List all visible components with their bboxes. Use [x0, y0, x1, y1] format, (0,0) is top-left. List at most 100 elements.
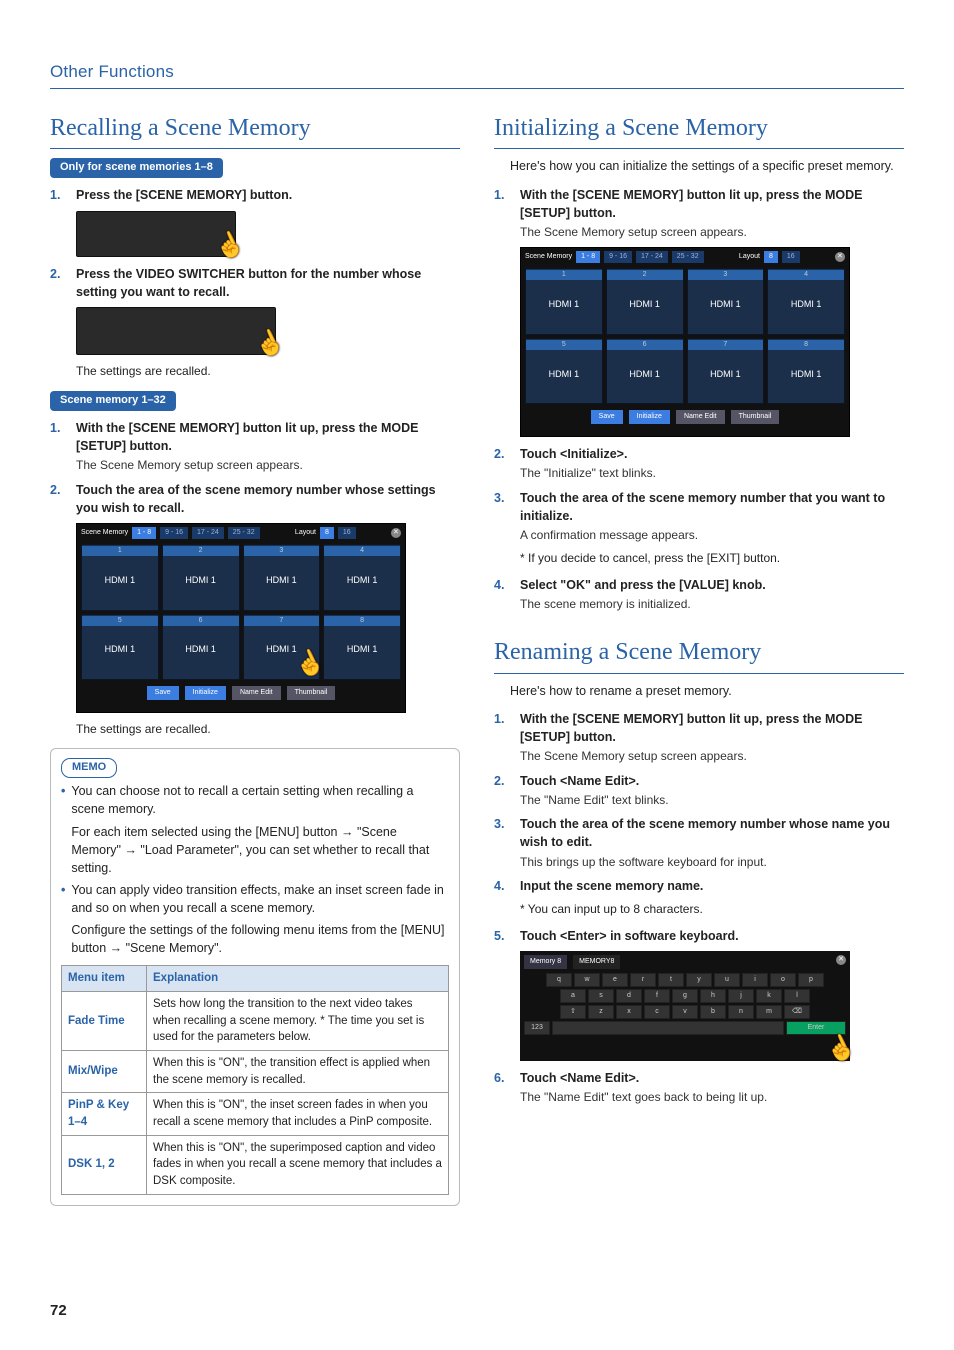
- screen-title: Scene Memory: [81, 528, 128, 538]
- scene-cell[interactable]: 2HDMI 1: [606, 268, 684, 335]
- layout-label: Layout: [739, 252, 760, 262]
- scene-cell[interactable]: 6HDMI 1: [606, 338, 684, 405]
- tab-25-32[interactable]: 25 - 32: [672, 251, 704, 263]
- key[interactable]: o: [770, 973, 796, 987]
- tab-9-16[interactable]: 9 - 16: [160, 527, 188, 539]
- page-section-header: Other Functions: [50, 60, 904, 85]
- memo-bullet-1: You can choose not to recall a certain s…: [71, 784, 413, 816]
- kbd-row-1: qwertyuiop: [524, 973, 846, 987]
- step-number: 2.: [50, 481, 68, 517]
- shift-key[interactable]: ⇧: [560, 1005, 586, 1019]
- software-keyboard-screen: Memory 8 MEMORY8 ✕ qwertyuiop asdfghjkl …: [520, 951, 850, 1061]
- scene-cell[interactable]: 4HDMI 1: [323, 544, 401, 611]
- scene-cell[interactable]: 6HDMI 1: [162, 614, 240, 681]
- initialize-button[interactable]: Initialize: [629, 410, 670, 424]
- name-edit-button[interactable]: Name Edit: [676, 410, 725, 424]
- layout-16[interactable]: 16: [782, 251, 800, 263]
- key[interactable]: b: [700, 1005, 726, 1019]
- tab-1-8[interactable]: 1 - 8: [576, 251, 600, 263]
- memo-label: MEMO: [61, 758, 117, 778]
- recall-title: Recalling a Scene Memory: [50, 111, 460, 150]
- thumbnail-button[interactable]: Thumbnail: [731, 410, 780, 424]
- kbd-row-3: ⇧zxcvbnm⌫: [524, 1005, 846, 1019]
- initialize-button[interactable]: Initialize: [185, 686, 226, 700]
- name-edit-button[interactable]: Name Edit: [232, 686, 281, 700]
- layout-8[interactable]: 8: [320, 527, 334, 539]
- tab-9-16[interactable]: 9 - 16: [604, 251, 632, 263]
- close-icon[interactable]: ✕: [835, 252, 845, 262]
- close-icon[interactable]: ✕: [391, 528, 401, 538]
- video-switcher-illustration: ☝: [76, 307, 276, 355]
- key[interactable]: j: [728, 989, 754, 1003]
- page-number: 72: [50, 1300, 67, 1322]
- key[interactable]: s: [588, 989, 614, 1003]
- memo-bullet-1-detail: For each item selected using the [MENU] …: [71, 823, 449, 877]
- key[interactable]: z: [588, 1005, 614, 1019]
- key[interactable]: l: [784, 989, 810, 1003]
- scene-cell[interactable]: 1HDMI 1: [81, 544, 159, 611]
- rename-intro: Here's how to rename a preset memory.: [494, 682, 904, 700]
- left-column: Recalling a Scene Memory Only for scene …: [50, 111, 460, 1206]
- key[interactable]: k: [756, 989, 782, 1003]
- tab-17-24[interactable]: 17 - 24: [636, 251, 668, 263]
- recall-step-1: 1. Press the [SCENE MEMORY] button.: [50, 186, 460, 204]
- close-icon[interactable]: ✕: [836, 955, 846, 965]
- scene-cell[interactable]: 7HDMI 1: [687, 338, 765, 405]
- scene-cell[interactable]: 3HDMI 1: [687, 268, 765, 335]
- key[interactable]: p: [798, 973, 824, 987]
- table-row: Mix/Wipe When this is "ON", the transiti…: [62, 1051, 449, 1093]
- tab-1-8[interactable]: 1 - 8: [132, 527, 156, 539]
- key[interactable]: w: [574, 973, 600, 987]
- key[interactable]: u: [714, 973, 740, 987]
- scene-cell[interactable]: 8HDMI 1: [767, 338, 845, 405]
- key[interactable]: y: [686, 973, 712, 987]
- key[interactable]: e: [602, 973, 628, 987]
- step-result: The Scene Memory setup screen appears.: [76, 457, 460, 474]
- step-text: Touch the area of the scene memory numbe…: [76, 483, 436, 515]
- table-cell-value: When this is "ON", the superimposed capt…: [147, 1135, 449, 1194]
- scene-cell[interactable]: 3HDMI 1: [243, 544, 321, 611]
- step-result: This brings up the software keyboard for…: [520, 854, 904, 871]
- key[interactable]: f: [644, 989, 670, 1003]
- key[interactable]: m: [756, 1005, 782, 1019]
- scene-memory-screen: Scene Memory 1 - 8 9 - 16 17 - 24 25 - 3…: [520, 247, 850, 437]
- key[interactable]: t: [658, 973, 684, 987]
- step-result: The settings are recalled.: [76, 363, 460, 380]
- key[interactable]: d: [616, 989, 642, 1003]
- scene-cell[interactable]: 2HDMI 1: [162, 544, 240, 611]
- key[interactable]: i: [742, 973, 768, 987]
- scene-cell[interactable]: 8HDMI 1: [323, 614, 401, 681]
- memo-bullet-2: You can apply video transition effects, …: [71, 883, 443, 915]
- backspace-key[interactable]: ⌫: [784, 1005, 810, 1019]
- key[interactable]: c: [644, 1005, 670, 1019]
- tab-17-24[interactable]: 17 - 24: [192, 527, 224, 539]
- memo-box: MEMO • You can choose not to recall a ce…: [50, 748, 460, 1205]
- scene-cell[interactable]: 1HDMI 1: [525, 268, 603, 335]
- key[interactable]: g: [672, 989, 698, 1003]
- scene-cell[interactable]: 5HDMI 1: [81, 614, 159, 681]
- tab-25-32[interactable]: 25 - 32: [228, 527, 260, 539]
- key[interactable]: h: [700, 989, 726, 1003]
- key[interactable]: x: [616, 1005, 642, 1019]
- layout-8[interactable]: 8: [764, 251, 778, 263]
- step-result: The Scene Memory setup screen appears.: [520, 748, 904, 765]
- hardware-panel-illustration: ☝: [76, 211, 236, 257]
- save-button[interactable]: Save: [591, 410, 623, 424]
- scene-cell[interactable]: 4HDMI 1: [767, 268, 845, 335]
- key[interactable]: q: [546, 973, 572, 987]
- layout-16[interactable]: 16: [338, 527, 356, 539]
- kbd-input-field[interactable]: MEMORY8: [573, 955, 620, 969]
- space-key[interactable]: [552, 1021, 784, 1035]
- key[interactable]: a: [560, 989, 586, 1003]
- key[interactable]: r: [630, 973, 656, 987]
- pill-only-1-8: Only for scene memories 1–8: [50, 158, 223, 178]
- key[interactable]: v: [672, 1005, 698, 1019]
- numeric-toggle-key[interactable]: 123: [524, 1021, 550, 1035]
- scene-cell[interactable]: 5HDMI 1: [525, 338, 603, 405]
- key[interactable]: n: [728, 1005, 754, 1019]
- cancel-note: * If you decide to cancel, press the [EX…: [494, 550, 904, 567]
- save-button[interactable]: Save: [147, 686, 179, 700]
- thumbnail-button[interactable]: Thumbnail: [287, 686, 336, 700]
- table-cell-value: When this is "ON", the transition effect…: [147, 1051, 449, 1093]
- table-row: DSK 1, 2 When this is "ON", the superimp…: [62, 1135, 449, 1194]
